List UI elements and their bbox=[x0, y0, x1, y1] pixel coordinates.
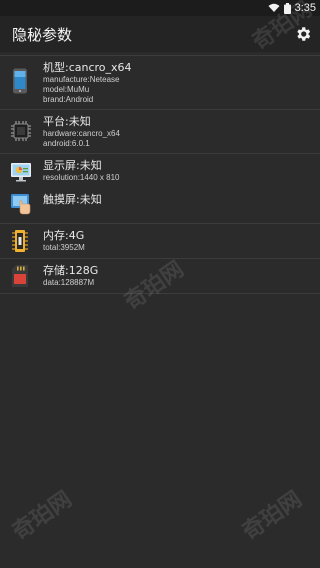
phone-icon bbox=[13, 68, 27, 94]
item-text: 显示屏:未知 resolution:1440 x 810 bbox=[43, 159, 120, 183]
list-item-touchscreen[interactable]: 触摸屏:未知 bbox=[0, 189, 320, 221]
item-line: brand:Android bbox=[43, 95, 94, 104]
item-title: 机型:cancro_x64 bbox=[43, 61, 132, 74]
app-bar: 隐秘参数 bbox=[0, 16, 320, 52]
item-title: 显示屏:未知 bbox=[43, 159, 102, 172]
item-line: manufacture:Netease bbox=[43, 75, 120, 84]
list-item-platform[interactable]: 平台:未知 hardware:cancro_x64 android:6.0.1 bbox=[0, 110, 320, 153]
item-text: 触摸屏:未知 bbox=[43, 193, 102, 207]
list-item-storage[interactable]: 存储:128G data:128887M bbox=[0, 259, 320, 293]
monitor-icon bbox=[11, 163, 31, 182]
list-item-model[interactable]: 机型:cancro_x64 manufacture:Netease model:… bbox=[0, 56, 320, 109]
item-text: 存储:128G data:128887M bbox=[43, 264, 98, 288]
status-bar: 3:35 bbox=[0, 0, 320, 16]
item-text: 平台:未知 hardware:cancro_x64 android:6.0.1 bbox=[43, 115, 120, 149]
page-title: 隐秘参数 bbox=[12, 26, 73, 44]
watermark: 奇珀网 bbox=[238, 486, 307, 546]
wifi-icon bbox=[268, 3, 280, 12]
gear-icon[interactable] bbox=[294, 25, 312, 43]
item-line: android:6.0.1 bbox=[43, 139, 90, 148]
item-line: total:3952M bbox=[43, 243, 85, 252]
memory-chip-icon bbox=[12, 230, 28, 252]
item-title: 内存:4G bbox=[43, 229, 85, 242]
chip-icon bbox=[11, 121, 31, 141]
item-line: model:MuMu bbox=[43, 85, 90, 94]
list-item-memory[interactable]: 内存:4G total:3952M bbox=[0, 224, 320, 258]
item-line: data:128887M bbox=[43, 278, 95, 287]
battery-icon bbox=[283, 2, 291, 14]
item-title: 平台:未知 bbox=[43, 115, 91, 128]
divider bbox=[0, 293, 320, 294]
item-text: 内存:4G total:3952M bbox=[43, 229, 85, 253]
status-time: 3:35 bbox=[294, 2, 316, 14]
item-text: 机型:cancro_x64 manufacture:Netease model:… bbox=[43, 61, 132, 105]
item-line: resolution:1440 x 810 bbox=[43, 173, 120, 182]
parameter-list: 机型:cancro_x64 manufacture:Netease model:… bbox=[0, 52, 320, 294]
touch-icon bbox=[11, 194, 31, 215]
item-line: hardware:cancro_x64 bbox=[43, 129, 120, 138]
sd-card-icon bbox=[12, 265, 28, 287]
item-title: 触摸屏:未知 bbox=[43, 193, 102, 206]
item-title: 存储:128G bbox=[43, 264, 99, 277]
watermark: 奇珀网 bbox=[8, 486, 77, 546]
list-item-display[interactable]: 显示屏:未知 resolution:1440 x 810 bbox=[0, 154, 320, 189]
